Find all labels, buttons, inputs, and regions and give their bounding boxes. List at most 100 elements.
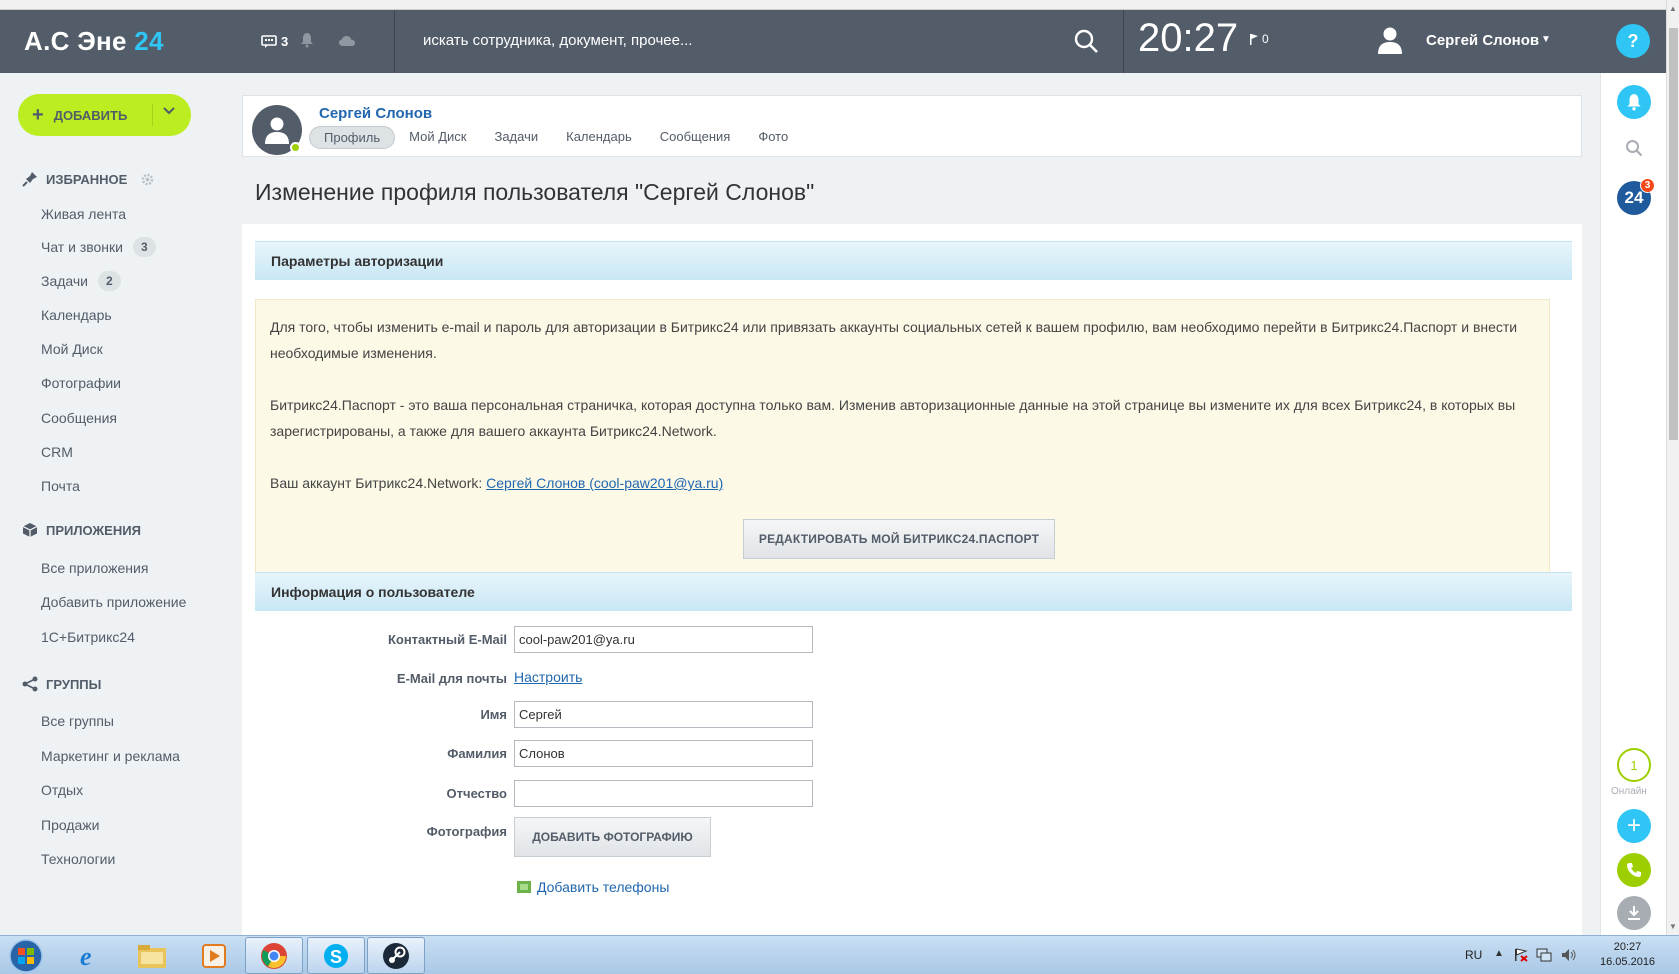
portal-logo[interactable]: А.С Эне 24 [24,26,164,57]
tasks-flag-counter[interactable]: 0 [1250,32,1269,46]
tray-flag-icon[interactable] [1514,948,1528,962]
sidebar-item-tasks[interactable]: Задачи 2 [41,271,121,291]
download-icon [1628,906,1640,920]
groups-section-title[interactable]: ГРУППЫ [22,676,101,692]
top-header: А.С Эне 24 3 20:27 0 Сергей Слонов ▼ [0,10,1600,73]
network-account-link[interactable]: Сергей Слонов (cool-paw201@ya.ru) [486,475,723,491]
online-status-dot [290,142,301,153]
tab-photo[interactable]: Фото [744,126,802,149]
add-phones-link[interactable]: Добавить телефоны [517,879,669,895]
profile-header-card: Сергей Слонов Профиль Мой Диск Задачи Ка… [242,95,1582,157]
patronymic-field[interactable] [514,780,813,807]
share-icon [22,676,38,692]
notice-paragraph-2: Битрикс24.Паспорт - это ваша персональна… [270,397,1516,439]
browser-bookmarks-strip [0,0,1679,10]
tray-expand-icon[interactable]: ▲ [1494,948,1504,959]
passport-notice: Для того, чтобы изменить e-mail и пароль… [255,299,1550,577]
chat-count: 3 [281,34,289,49]
sidebar-item-calendar[interactable]: Календарь [41,307,112,323]
configure-mail-link[interactable]: Настроить [514,669,582,685]
sidebar-item-chat[interactable]: Чат и звонки 3 [41,237,156,257]
page-title: Изменение профиля пользователя "Сергей С… [255,179,815,205]
gear-icon[interactable] [141,173,154,186]
sidebar-item-messages[interactable]: Сообщения [41,410,117,426]
network-badge: 3 [1640,178,1655,193]
tab-messages[interactable]: Сообщения [646,126,745,149]
svg-text:e: e [80,942,92,970]
bitrix24-network-button[interactable]: 24 3 [1617,178,1655,215]
photo-label: Фотография [426,824,507,839]
sidebar-item-marketing[interactable]: Маркетинг и реклама [41,748,180,764]
user-menu-name[interactable]: Сергей Слонов [1426,32,1539,49]
edit-passport-button[interactable]: РЕДАКТИРОВАТЬ МОЙ БИТРИКС24.ПАСПОРТ [743,519,1055,559]
download-button[interactable] [1617,896,1651,930]
pin-icon [22,172,37,187]
counter-badge: 3 [132,237,156,257]
tab-profile[interactable]: Профиль [309,126,396,149]
language-indicator[interactable]: RU [1465,948,1482,962]
tray-network-icon[interactable] [1536,948,1552,962]
first-name-field[interactable] [514,701,813,728]
sidebar-item-mail[interactable]: Почта [41,478,80,494]
sidebar-item-disk[interactable]: Мой Диск [41,341,103,357]
start-button[interactable] [4,938,48,974]
ie-taskbar-icon[interactable]: e [61,937,119,974]
tab-tasks[interactable]: Задачи [480,126,552,149]
chat-counter[interactable]: 3 [261,34,288,49]
clock-time[interactable]: 20:27 [1138,16,1238,61]
last-name-field[interactable] [514,740,813,767]
sidebar-item-live-feed[interactable]: Живая лента [41,206,126,222]
notice-paragraph-1: Для того, чтобы изменить e-mail и пароль… [270,319,1518,361]
apps-section-title[interactable]: ПРИЛОЖЕНИЯ [22,522,141,538]
start-chat-plus-icon[interactable]: + [1617,809,1651,843]
favorites-section-title[interactable]: ИЗБРАННОЕ [22,171,154,187]
cloud-icon[interactable] [338,34,356,52]
online-label: Онлайн [1611,786,1647,797]
search-icon[interactable] [1073,28,1099,59]
chrome-taskbar-icon[interactable] [245,937,303,974]
skype-taskbar-icon[interactable]: S [307,937,365,974]
sidebar-item-crm[interactable]: CRM [41,444,73,460]
rail-search-button[interactable] [1617,131,1651,165]
tab-disk[interactable]: Мой Диск [395,126,480,149]
phone-icon [1627,863,1641,877]
user-icon [265,117,289,144]
sidebar-item-tech[interactable]: Технологии [41,851,115,867]
help-area: ? [1600,10,1666,73]
sidebar-item-all-groups[interactable]: Все группы [41,713,114,729]
tab-calendar[interactable]: Календарь [552,126,646,149]
profile-tabs: Профиль Мой Диск Задачи Календарь Сообще… [309,126,802,149]
call-button[interactable] [1617,853,1651,887]
page-scrollbar[interactable]: ▲ ▼ [1666,0,1679,935]
tray-clock[interactable]: 20:27 16.05.2016 [1600,940,1655,970]
scroll-down-icon[interactable]: ▼ [1669,922,1677,931]
sidebar-item-all-apps[interactable]: Все приложения [41,560,148,576]
sidebar-item-sales[interactable]: Продажи [41,817,99,833]
first-name-label: Имя [480,707,507,722]
steam-taskbar-icon[interactable] [367,937,425,974]
sidebar-item-1c[interactable]: 1С+Битрикс24 [41,629,135,645]
email-field[interactable] [514,626,813,653]
account-line: Ваш аккаунт Битрикс24.Network: Сергей Сл… [270,475,724,491]
user-avatar-icon[interactable] [1377,26,1403,59]
sidebar-item-photos[interactable]: Фотографии [41,375,121,391]
patronymic-label: Отчество [446,786,507,801]
media-player-taskbar-icon[interactable] [185,937,243,974]
flag-count: 0 [1262,32,1269,46]
tray-volume-icon[interactable] [1561,948,1577,962]
profile-name[interactable]: Сергей Слонов [319,105,432,122]
scroll-thumb[interactable] [1669,28,1678,440]
help-button[interactable]: ? [1616,24,1650,58]
mail-label: E-Mail для почты [396,671,507,686]
caret-down-icon[interactable]: ▼ [1541,34,1551,45]
add-button[interactable]: + ДОБАВИТЬ [18,94,191,136]
scroll-up-icon[interactable]: ▲ [1669,4,1677,13]
search-input[interactable] [423,32,1043,49]
sidebar-item-add-app[interactable]: Добавить приложение [41,594,186,610]
online-counter[interactable]: 1 [1617,748,1651,782]
sidebar-item-rest[interactable]: Отдых [41,782,83,798]
explorer-taskbar-icon[interactable] [123,937,181,974]
add-photo-button[interactable]: ДОБАВИТЬ ФОТОГРАФИЮ [514,817,711,857]
notifications-button[interactable] [1617,85,1651,119]
bell-icon[interactable] [300,32,314,53]
